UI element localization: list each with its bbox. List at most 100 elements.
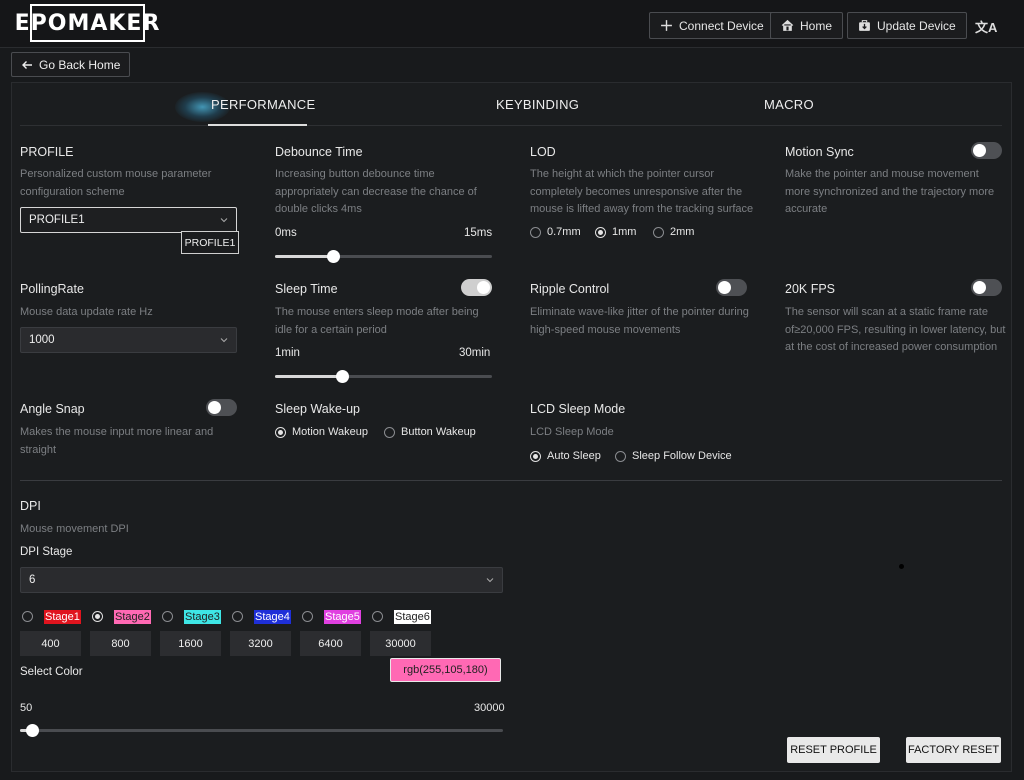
radio-circle <box>372 611 383 622</box>
tab-performance[interactable]: PERFORMANCE <box>211 97 315 112</box>
toggle-knob <box>477 281 490 294</box>
dpi-stage-value-field[interactable]: 1600 <box>160 631 221 656</box>
sleep-wakeup-button-option[interactable]: Button Wakeup <box>384 426 476 438</box>
radio-circle <box>302 611 313 622</box>
dpi-stage-select[interactable]: 6 <box>20 567 503 593</box>
go-back-home-label: Go Back Home <box>39 57 121 72</box>
dpi-stage-name: Stage4 <box>254 610 291 624</box>
debounce-slider[interactable] <box>275 250 492 263</box>
factory-reset-button[interactable]: FACTORY RESET <box>906 737 1001 763</box>
lcd-sleep-auto-option[interactable]: Auto Sleep <box>530 450 601 462</box>
dpi-stage-name: Stage6 <box>394 610 431 624</box>
profile-description: Personalized custom mouse parameter conf… <box>20 168 212 198</box>
dpi-stage-radio[interactable] <box>372 611 383 622</box>
toggle-knob <box>973 281 986 294</box>
update-icon <box>859 20 870 31</box>
dpi-stage-value-field[interactable]: 3200 <box>230 631 291 656</box>
epomaker-logo[interactable]: EPOMAKER <box>15 4 159 42</box>
dpi-stage-value-field[interactable]: 400 <box>20 631 81 656</box>
polling-rate-select[interactable]: 1000 <box>20 327 237 353</box>
debounce-max-label: 15ms <box>464 227 493 239</box>
radio-label: Auto Sleep <box>547 450 601 462</box>
dpi-title: DPI <box>20 499 41 513</box>
sleep-time-slider-fill <box>275 375 343 378</box>
dpi-stage-radio[interactable] <box>162 611 173 622</box>
sleep-time-toggle[interactable] <box>461 279 492 296</box>
ripple-control-title: Ripple Control <box>530 282 610 296</box>
dpi-slider-handle[interactable] <box>26 724 40 737</box>
toggle-knob <box>208 401 221 414</box>
20k-fps-title: 20K FPS <box>785 282 836 296</box>
radio-circle <box>22 611 33 622</box>
dpi-stage-radio[interactable] <box>302 611 313 622</box>
debounce-slider-handle[interactable] <box>326 250 340 263</box>
tab-macro[interactable]: MACRO <box>764 97 814 112</box>
20k-fps-toggle[interactable] <box>971 279 1002 296</box>
dpi-stage-name: Stage3 <box>184 610 221 624</box>
stray-dot <box>899 564 904 569</box>
dpi-stage-value-field[interactable]: 6400 <box>300 631 361 656</box>
go-back-home-button[interactable]: Go Back Home <box>11 52 131 77</box>
arrow-left-icon <box>22 60 32 69</box>
home-icon <box>781 19 794 31</box>
dpi-max-label: 30000 <box>474 702 505 714</box>
lcd-sleep-title: LCD Sleep Mode <box>530 402 626 416</box>
active-tab-indicator <box>208 124 307 126</box>
profile-select-value: PROFILE1 <box>29 214 85 226</box>
sleep-time-min-label: 1min <box>275 347 300 359</box>
sleep-time-slider[interactable] <box>275 370 492 383</box>
dpi-min-label: 50 <box>20 702 33 714</box>
sleep-time-title: Sleep Time <box>275 282 338 296</box>
polling-rate-value: 1000 <box>29 334 55 346</box>
radio-label: 1mm <box>612 226 637 238</box>
plus-icon <box>661 20 672 31</box>
ripple-control-toggle[interactable] <box>716 279 747 296</box>
radio-circle <box>530 450 541 462</box>
dpi-slider[interactable] <box>20 724 503 737</box>
dpi-stage-name: Stage5 <box>324 610 361 624</box>
color-picker-swatch[interactable]: rgb(255,105,180) <box>390 658 501 682</box>
dpi-stage-radio[interactable] <box>232 611 243 622</box>
motion-sync-description: Make the pointer and mouse movement more… <box>785 168 995 215</box>
angle-snap-toggle[interactable] <box>206 399 237 416</box>
update-device-button[interactable]: Update Device <box>847 12 967 39</box>
radio-label: Motion Wakeup <box>292 426 369 438</box>
connect-device-button[interactable]: Connect Device <box>649 12 775 39</box>
lod-option-0.7mm[interactable]: 0.7mm <box>530 226 581 238</box>
polling-rate-title: PollingRate <box>20 282 84 296</box>
dpi-stage-radio[interactable] <box>92 611 103 622</box>
lod-option-2mm[interactable]: 2mm <box>653 226 694 238</box>
reset-profile-button[interactable]: RESET PROFILE <box>787 737 880 763</box>
radio-label: Button Wakeup <box>401 426 476 438</box>
home-label: Home <box>800 18 833 33</box>
tab-keybinding[interactable]: KEYBINDING <box>496 97 579 112</box>
motion-sync-toggle[interactable] <box>971 142 1002 159</box>
select-color-label: Select Color <box>20 666 83 678</box>
dpi-stage-label: DPI Stage <box>20 546 73 558</box>
connect-device-label: Connect Device <box>679 18 764 33</box>
radio-circle <box>653 226 664 238</box>
sleep-wakeup-motion-option[interactable]: Motion Wakeup <box>275 426 368 438</box>
dpi-stage-value: 6 <box>29 574 36 586</box>
lod-option-1mm[interactable]: 1mm <box>595 226 636 238</box>
radio-label: 0.7mm <box>547 226 581 238</box>
radio-circle <box>595 226 606 238</box>
polling-rate-description: Mouse data update rate Hz <box>20 306 153 318</box>
lcd-sleep-description: LCD Sleep Mode <box>530 426 614 438</box>
sleep-wakeup-title: Sleep Wake-up <box>275 402 360 416</box>
dpi-stage-value-field[interactable]: 800 <box>90 631 151 656</box>
dpi-stage-value-field[interactable]: 30000 <box>370 631 431 656</box>
chevron-down-icon <box>486 578 494 583</box>
profile-tooltip: PROFILE1 <box>181 231 239 254</box>
20k-fps-description: The sensor will scan at a static frame r… <box>785 306 1006 353</box>
dpi-stage-radio[interactable] <box>22 611 33 622</box>
toggle-knob <box>718 281 731 294</box>
home-button[interactable]: Home <box>770 12 844 39</box>
dpi-stage-name: Stage1 <box>44 610 81 624</box>
radio-circle <box>384 426 395 438</box>
lcd-sleep-follow-option[interactable]: Sleep Follow Device <box>615 450 732 462</box>
language-icon[interactable]: 文A <box>975 17 997 36</box>
profile-select[interactable]: PROFILE1 <box>20 207 237 233</box>
dpi-stage-name: Stage2 <box>114 610 151 624</box>
radio-circle <box>92 611 103 622</box>
